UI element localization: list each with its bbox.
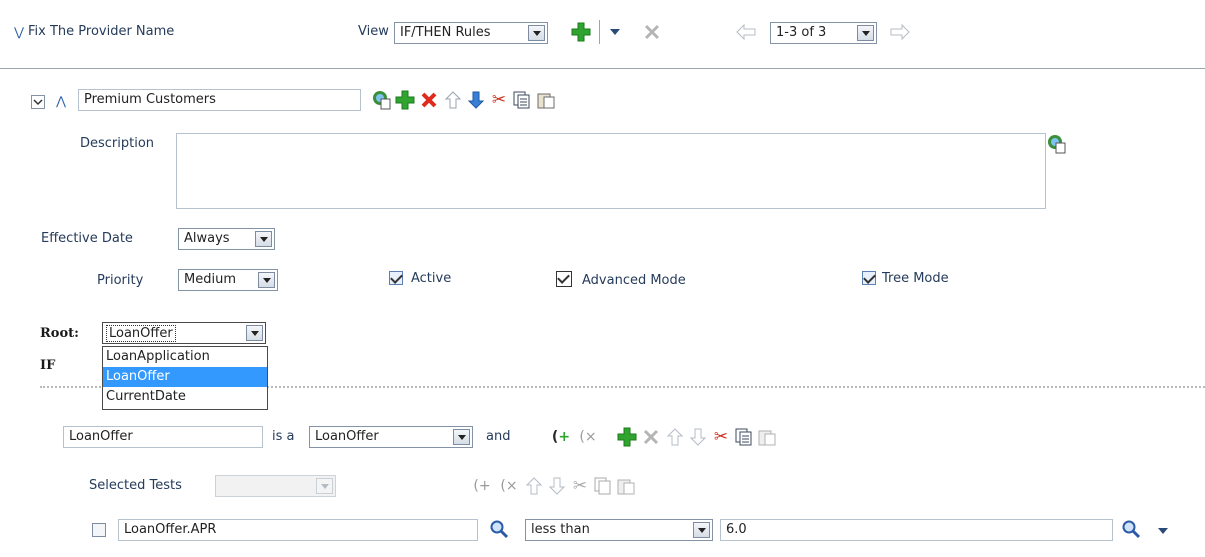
and-label: and: [486, 429, 511, 444]
move-up-icon-disabled[interactable]: [665, 427, 685, 447]
header-divider: [0, 68, 1205, 69]
advanced-mode-label: Advanced Mode: [582, 273, 686, 288]
test-select-checkbox[interactable]: [92, 523, 106, 537]
add-parentheses-icon-disabled[interactable]: (+: [470, 476, 494, 496]
collapse-section-icon[interactable]: ⋁: [12, 22, 26, 42]
effective-date-label: Effective Date: [41, 231, 133, 246]
expand-toggle-icon[interactable]: [30, 92, 46, 112]
copy-icon-disabled[interactable]: [593, 476, 613, 496]
delete-rule-icon-disabled[interactable]: [642, 22, 662, 42]
paste-icon-disabled[interactable]: [616, 476, 636, 496]
copy-icon[interactable]: [512, 90, 532, 110]
test-operator-select[interactable]: less than: [525, 519, 713, 541]
pattern-variable-input[interactable]: LoanOffer: [63, 426, 263, 448]
if-label: IF: [40, 358, 56, 373]
add-icon[interactable]: [395, 90, 415, 110]
root-select[interactable]: LoanOffer: [102, 322, 266, 344]
advanced-mode-checkbox[interactable]: [556, 271, 572, 287]
active-checkbox[interactable]: [389, 271, 403, 285]
tree-mode-label: Tree Mode: [882, 271, 949, 286]
delete-icon[interactable]: [419, 90, 439, 110]
collapse-rule-icon[interactable]: ⋀: [54, 91, 68, 111]
active-label: Active: [411, 271, 452, 286]
priority-select[interactable]: Medium: [178, 269, 278, 291]
move-up-icon[interactable]: [443, 90, 463, 110]
previous-page-arrow-icon[interactable]: [736, 22, 756, 42]
root-option-loanoffer[interactable]: LoanOffer: [103, 367, 267, 387]
remove-parentheses-icon[interactable]: (×: [576, 427, 600, 447]
move-up-icon-disabled[interactable]: [524, 476, 544, 496]
paste-icon-disabled[interactable]: [757, 427, 777, 447]
add-rule-icon[interactable]: [571, 22, 591, 42]
copy-icon[interactable]: [734, 427, 754, 447]
effective-date-select[interactable]: Always: [178, 228, 275, 250]
selected-tests-label: Selected Tests: [89, 478, 182, 493]
rule-options-icon[interactable]: [372, 90, 392, 110]
add-test-icon[interactable]: [617, 427, 637, 447]
priority-label: Priority: [97, 273, 144, 288]
description-options-icon[interactable]: [1047, 134, 1067, 154]
selected-tests-select[interactable]: [215, 475, 336, 497]
section-title: Fix The Provider Name: [28, 24, 175, 39]
pattern-type-select[interactable]: LoanOffer: [309, 426, 473, 448]
move-down-icon[interactable]: [466, 90, 486, 110]
description-textarea[interactable]: [176, 133, 1046, 209]
next-page-arrow-icon[interactable]: [890, 22, 910, 42]
description-label: Description: [80, 136, 155, 151]
toolbar-separator: [599, 20, 600, 44]
view-select[interactable]: IF/THEN Rules: [394, 22, 548, 44]
add-parentheses-icon[interactable]: (+: [549, 427, 573, 447]
view-label: View: [358, 24, 389, 39]
remove-parentheses-icon-disabled[interactable]: (×: [497, 476, 521, 496]
root-option-loanapplication[interactable]: LoanApplication: [103, 347, 267, 367]
search-icon[interactable]: [489, 519, 509, 539]
root-option-currentdate[interactable]: CurrentDate: [103, 387, 267, 407]
test-right-operand-input[interactable]: 6.0: [720, 519, 1113, 541]
root-label: Root:: [40, 326, 79, 341]
test-left-operand-input[interactable]: LoanOffer.APR: [118, 519, 478, 541]
cut-icon-disabled[interactable]: ✂: [570, 476, 590, 496]
tree-mode-checkbox[interactable]: [862, 271, 876, 285]
pager-select[interactable]: 1-3 of 3: [770, 22, 877, 44]
add-menu-chevron-down-icon[interactable]: [608, 22, 622, 42]
test-options-chevron-down-icon[interactable]: [1156, 521, 1170, 541]
paste-icon[interactable]: [536, 90, 556, 110]
rule-name-input[interactable]: Premium Customers: [78, 89, 361, 111]
search-icon[interactable]: [1121, 519, 1141, 539]
cut-icon[interactable]: ✂: [489, 90, 509, 110]
root-options-list[interactable]: LoanApplication LoanOffer CurrentDate: [102, 346, 268, 410]
cut-icon[interactable]: ✂: [711, 427, 731, 447]
move-down-icon-disabled[interactable]: [547, 476, 567, 496]
delete-test-icon-disabled[interactable]: [641, 427, 661, 447]
move-down-icon-disabled[interactable]: [688, 427, 708, 447]
is-a-label: is a: [272, 429, 295, 444]
